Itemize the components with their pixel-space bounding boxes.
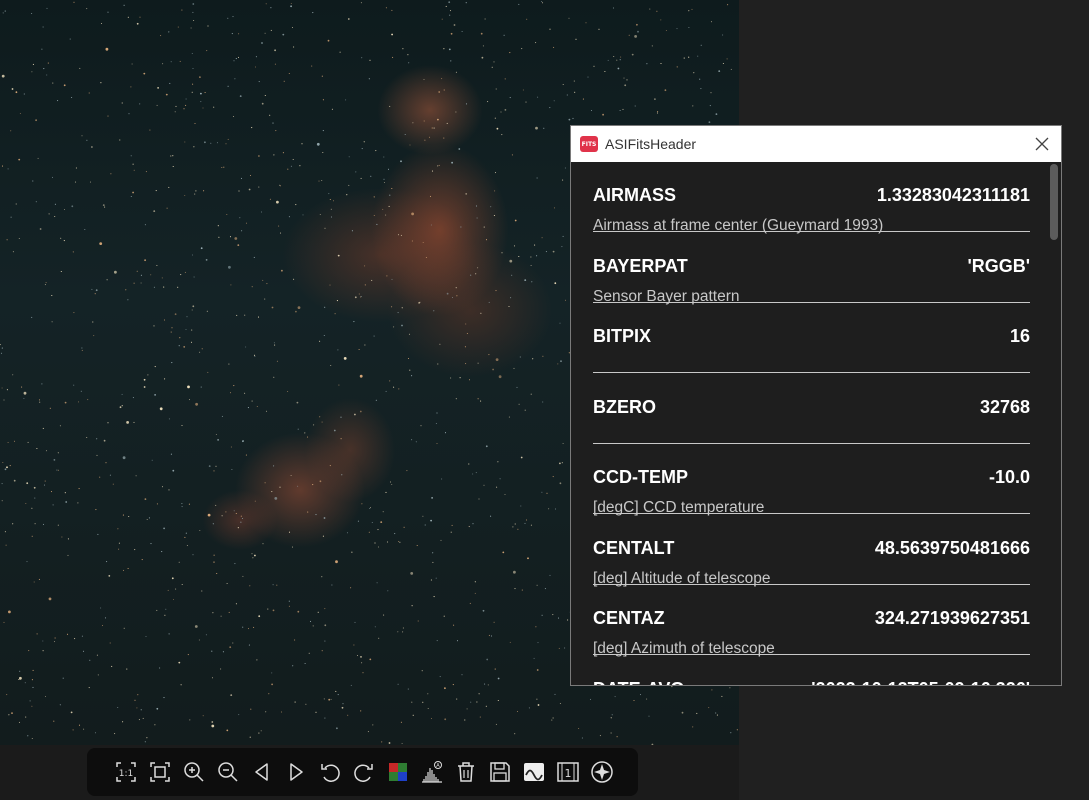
title-bar[interactable]: FITS ASIFitsHeader [571,126,1061,162]
header-entry[interactable]: BITPIX 16 [593,303,1030,373]
header-value: -10.0 [988,467,1030,487]
save-button[interactable] [483,755,517,789]
header-entry[interactable]: DATE-AVG '2023-10-13T05:09:16.326' [593,656,1030,686]
header-key: CCD-TEMP [593,467,688,487]
header-key: CENTAZ [593,608,665,628]
fits-header-window: FITS ASIFitsHeader AIRMASS 1.332830423111… [570,125,1062,686]
delete-icon [458,762,474,782]
zoom-out-icon [218,762,238,782]
header-entry[interactable]: CENTALT 48.5639750481666 [deg] Altitude of… [593,515,1030,587]
header-value: 324.271939627351 [874,608,1030,628]
next-icon [290,763,303,781]
svg-text:1: 1 [565,767,572,780]
close-icon[interactable] [1033,135,1051,153]
header-key: BITPIX [593,326,652,346]
save-icon [490,762,510,782]
frame-icon: 1 [557,762,579,782]
header-key: DATE-AVG [593,679,684,686]
zoom-in-icon [184,762,204,782]
histogram-button[interactable]: A [415,755,449,789]
scrollbar-track[interactable] [1049,162,1059,683]
header-value: 16 [1009,326,1030,346]
debayer-button[interactable] [381,755,415,789]
header-key: CENTALT [593,537,675,558]
zoom-out-button[interactable] [211,755,245,789]
header-value: 1.33283042311181 [876,185,1030,205]
delete-button[interactable] [449,755,483,789]
debayer-icon [389,763,407,781]
header-key: AIRMASS [593,185,677,205]
image-toolbar: 1:1 A 1 [87,748,638,796]
header-entry[interactable]: CENTAZ 324.271939627351 [deg] Azimuth of t… [593,585,1030,657]
rotate-right-button[interactable] [347,755,381,789]
actual-size-icon: 1:1 [116,762,136,782]
next-button[interactable] [279,755,313,789]
fit-screen-icon [150,762,170,782]
previous-icon [255,763,268,781]
fit-screen-button[interactable] [143,755,177,789]
rotate-left-button[interactable] [313,755,347,789]
header-entry[interactable]: BZERO 32768 [593,374,1030,444]
header-entry[interactable]: AIRMASS 1.33283042311181 Airmass at frame … [593,162,1030,234]
actual-size-button[interactable]: 1:1 [109,755,143,789]
zoom-in-button[interactable] [177,755,211,789]
header-key: BZERO [593,396,656,417]
header-key: BAYERPAT [593,255,688,276]
frame-button[interactable]: 1 [551,755,585,789]
window-title: ASIFitsHeader [605,136,697,152]
header-entry[interactable]: CCD-TEMP -10.0 [degC] CCD temperature [593,444,1030,516]
stretch-button[interactable] [517,755,551,789]
header-value: 'RGGB' [967,255,1030,276]
rotate-left-icon [321,764,340,782]
fits-logo-icon: FITS [580,136,598,152]
header-value: 32768 [979,396,1030,417]
header-value: 48.5639750481666 [874,537,1030,558]
scrollbar-thumb[interactable] [1050,164,1058,240]
histogram-icon: A [422,761,442,783]
header-list[interactable]: AIRMASS 1.33283042311181 Airmass at frame … [571,162,1061,685]
star-detect-icon [591,761,613,783]
stretch-icon [524,763,544,781]
previous-button[interactable] [245,755,279,789]
svg-text:1:1: 1:1 [119,769,133,779]
star-detect-button[interactable] [585,755,619,789]
header-value: '2023-10-13T05:09:16.326' [811,679,1030,686]
header-entry[interactable]: BAYERPAT 'RGGB' Sensor Bayer pattern [593,233,1030,305]
svg-text:A: A [436,763,440,769]
rotate-right-icon [354,764,373,782]
